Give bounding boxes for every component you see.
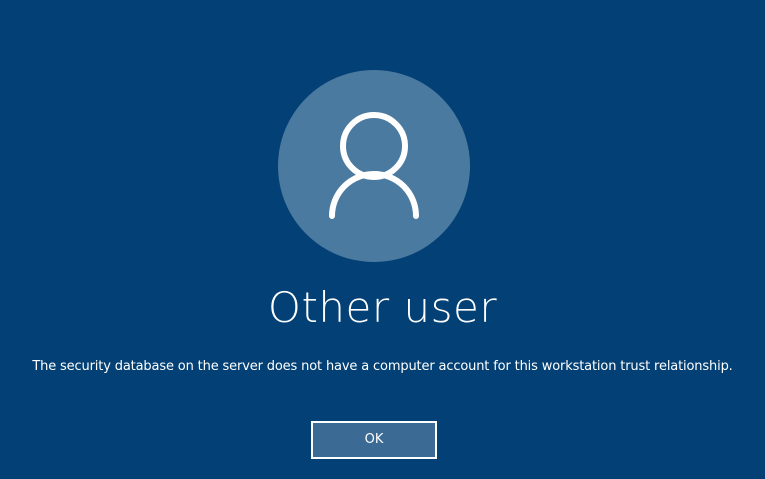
error-message: The security database on the server does… [32,359,733,374]
ok-button[interactable]: OK [311,421,437,459]
avatar [278,70,470,262]
lock-screen: Other user The security database on the … [0,0,765,479]
username-label: Other user [267,283,498,332]
user-silhouette-icon [329,112,419,219]
